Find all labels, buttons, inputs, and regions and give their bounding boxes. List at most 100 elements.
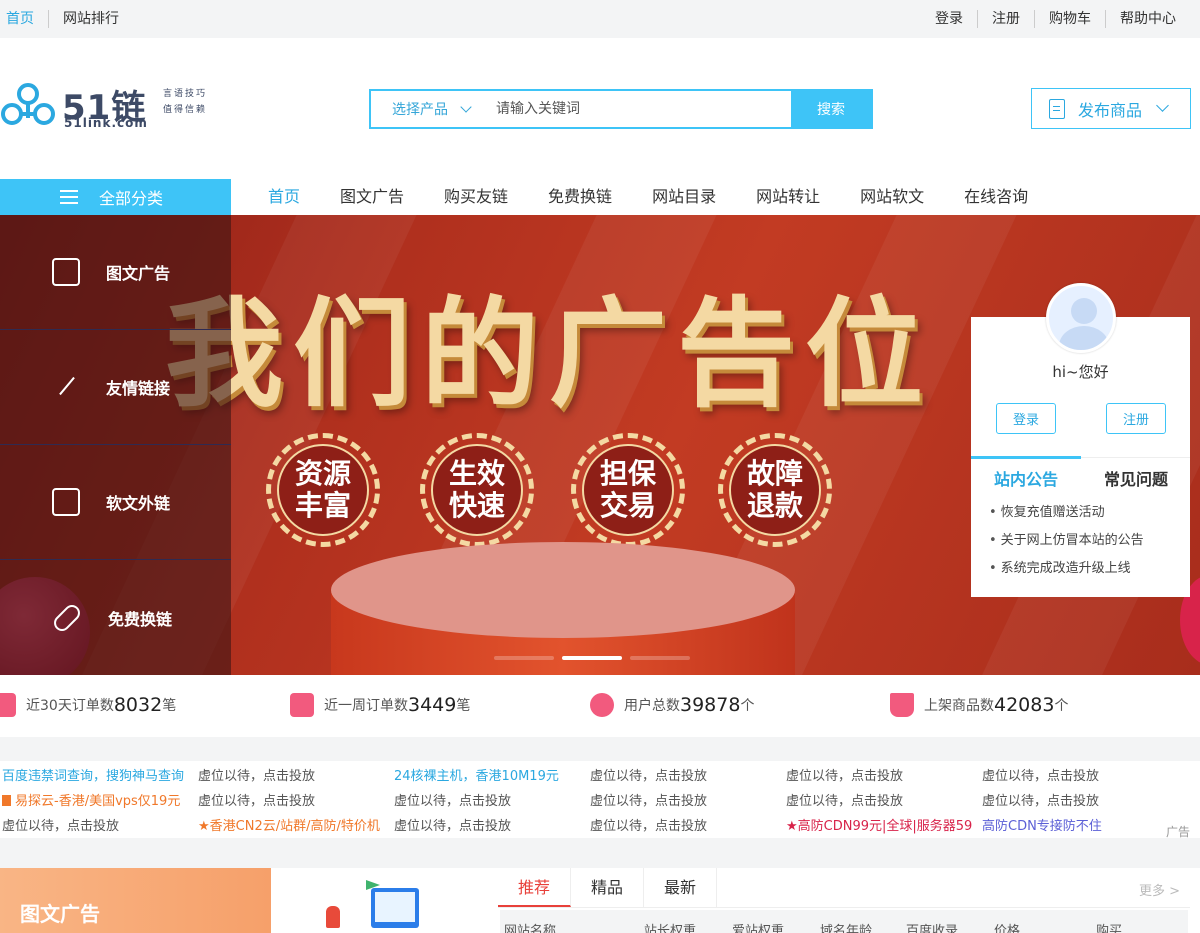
chevron-down-icon [1156, 99, 1169, 112]
stat-users: 用户总数 39878 个 [590, 693, 754, 717]
banner-badge: 故障 退款 [718, 433, 832, 547]
more-link[interactable]: 更多 > [1139, 880, 1180, 899]
top-link-help[interactable]: 帮助中心 [1105, 10, 1190, 28]
banner-badge: 担保 交易 [571, 433, 685, 547]
person-illustration [326, 906, 340, 928]
main-nav: 首页 图文广告 购买友链 免费换链 网站目录 网站转让 网站软文 在线咨询 [248, 180, 1048, 215]
notice-item[interactable]: 关于网上仿冒本站的公告 [989, 527, 1144, 555]
notice-tabs: 站内公告 常见问题 [971, 456, 1190, 490]
tab-recommend[interactable]: 推荐 [498, 868, 571, 907]
top-link-login[interactable]: 登录 [921, 10, 977, 28]
tab-underline [971, 456, 1081, 459]
section-divider [0, 838, 1200, 868]
ad-link[interactable]: 虚位以待，点击投放 [980, 790, 1176, 809]
ad-link[interactable]: 易探云-香港/美国vps仅19元 [0, 790, 196, 809]
register-button[interactable]: 注册 [1106, 403, 1166, 434]
ad-link[interactable]: 虚位以待，点击投放 [392, 790, 588, 809]
col-buy: 购买 [1096, 924, 1123, 933]
notice-item[interactable]: 恢复充值赠送活动 [989, 499, 1144, 527]
product-select[interactable]: 选择产品 [371, 91, 481, 127]
ad-link[interactable]: ★香港CN2云/站群/高防/特价机 [196, 815, 392, 834]
users-icon [590, 693, 614, 717]
ad-link[interactable]: 百度违禁词查询，搜狗神马查询 [0, 765, 196, 784]
publish-product-button[interactable]: 发布商品 [1031, 88, 1191, 129]
carousel-dot[interactable] [630, 656, 690, 660]
notice-list: 恢复充值赠送活动 关于网上仿冒本站的公告 系统完成改造升级上线 [989, 499, 1144, 583]
recommend-tabs: 推荐 精品 最新 [498, 868, 1190, 908]
col-price: 价格 [994, 924, 1021, 933]
col-site-name: 网站名称 [504, 924, 557, 933]
image-icon [52, 258, 80, 286]
promo-illustration [271, 868, 488, 933]
ad-link[interactable]: 虚位以待，点击投放 [588, 815, 784, 834]
site-logo[interactable]: 51链 51link.com 言语技巧值得信赖 [0, 76, 215, 136]
square-icon [2, 795, 11, 806]
tab-latest[interactable]: 最新 [644, 868, 717, 907]
section-divider [0, 737, 1200, 761]
chevron-down-icon [460, 101, 472, 113]
category-label: 图文广告 [106, 264, 171, 283]
clipboard-icon [1049, 98, 1065, 119]
stat-week-orders: 近一周订单数 3449 笔 [290, 693, 470, 717]
monitor-illustration [371, 888, 419, 928]
category-item-articles[interactable]: 软文外链 [0, 445, 231, 560]
promo-label: 图文广告 [20, 902, 100, 926]
nav-consult[interactable]: 在线咨询 [944, 180, 1048, 215]
carousel-dot[interactable] [494, 656, 554, 660]
top-link-register[interactable]: 注册 [977, 10, 1034, 28]
category-item-free-exchange[interactable]: 免费换链 [0, 560, 231, 675]
search-bar: 选择产品 搜索 [369, 89, 873, 129]
category-panel: 图文广告 友情链接 软文外链 免费换链 [0, 215, 231, 675]
top-link-cart[interactable]: 购物车 [1034, 10, 1105, 28]
col-webmaster-weight: 站长权重 [644, 924, 697, 933]
carousel-indicators [494, 656, 690, 660]
carousel-dot-active[interactable] [562, 656, 622, 660]
avatar [1046, 283, 1116, 353]
ad-link[interactable]: 虚位以待，点击投放 [196, 765, 392, 784]
ad-link[interactable]: ★高防CDN99元|全球|服务器59 [784, 815, 980, 834]
nav-image-ads[interactable]: 图文广告 [320, 180, 424, 215]
ad-link[interactable]: 虚位以待，点击投放 [392, 815, 588, 834]
ad-row: 虚位以待，点击投放 ★香港CN2云/站群/高防/特价机 虚位以待，点击投放 虚位… [0, 812, 1190, 837]
document-icon [52, 488, 80, 516]
tab-premium[interactable]: 精品 [571, 868, 644, 907]
category-item-friend-links[interactable]: 友情链接 [0, 330, 231, 445]
shopping-bag-icon [890, 693, 914, 717]
col-aizhan-weight: 爱站权重 [732, 924, 785, 933]
nav-home[interactable]: 首页 [248, 180, 320, 215]
tab-notice[interactable]: 站内公告 [994, 466, 1058, 490]
search-input[interactable] [481, 91, 791, 127]
stats-bar: 近30天订单数 8032 笔 近一周订单数 3449 笔 用户总数 39878 … [0, 675, 1200, 737]
banner-podium-top [331, 542, 795, 638]
banner-badge: 资源 丰富 [266, 433, 380, 547]
nav-articles[interactable]: 网站软文 [840, 180, 944, 215]
recommend-panel: 推荐 精品 最新 更多 > 网站名称 站长权重 爱站权重 域名年龄 百度收录 价… [498, 868, 1190, 933]
nav-directory[interactable]: 网站目录 [632, 180, 736, 215]
banner-heading: 我们的广告位 [165, 285, 934, 423]
ad-link[interactable]: 高防CDN专接防不住 [980, 815, 1176, 834]
stat-30day-orders: 近30天订单数 8032 笔 [0, 693, 176, 717]
tab-faq[interactable]: 常见问题 [1104, 466, 1168, 490]
top-link-home[interactable]: 首页 [0, 10, 49, 28]
top-link-ranking[interactable]: 网站排行 [49, 10, 133, 28]
ad-link[interactable]: 虚位以待，点击投放 [980, 765, 1176, 784]
ad-link[interactable]: 虚位以待，点击投放 [784, 765, 980, 784]
ad-link[interactable]: 虚位以待，点击投放 [784, 790, 980, 809]
ad-link[interactable]: 24核裸主机，香港10M19元 [392, 765, 588, 784]
search-button[interactable]: 搜索 [791, 91, 871, 127]
notice-item[interactable]: 系统完成改造升级上线 [989, 555, 1144, 583]
all-categories-button[interactable]: 全部分类 [0, 179, 231, 215]
ad-link[interactable]: 虚位以待，点击投放 [588, 765, 784, 784]
calendar-check-icon [0, 693, 16, 717]
top-bar: 首页 网站排行 登录 注册 购物车 帮助中心 [0, 0, 1200, 38]
ad-link[interactable]: 虚位以待，点击投放 [196, 790, 392, 809]
nav-site-transfer[interactable]: 网站转让 [736, 180, 840, 215]
category-item-image-ads[interactable]: 图文广告 [0, 215, 231, 330]
nav-free-exchange[interactable]: 免费换链 [528, 180, 632, 215]
image-ads-promo[interactable]: 图文广告 [0, 868, 271, 933]
category-label: 免费换链 [108, 609, 173, 629]
ad-link[interactable]: 虚位以待，点击投放 [0, 815, 196, 834]
ad-link[interactable]: 虚位以待，点击投放 [588, 790, 784, 809]
nav-buy-links[interactable]: 购买友链 [424, 180, 528, 215]
login-button[interactable]: 登录 [996, 403, 1056, 434]
